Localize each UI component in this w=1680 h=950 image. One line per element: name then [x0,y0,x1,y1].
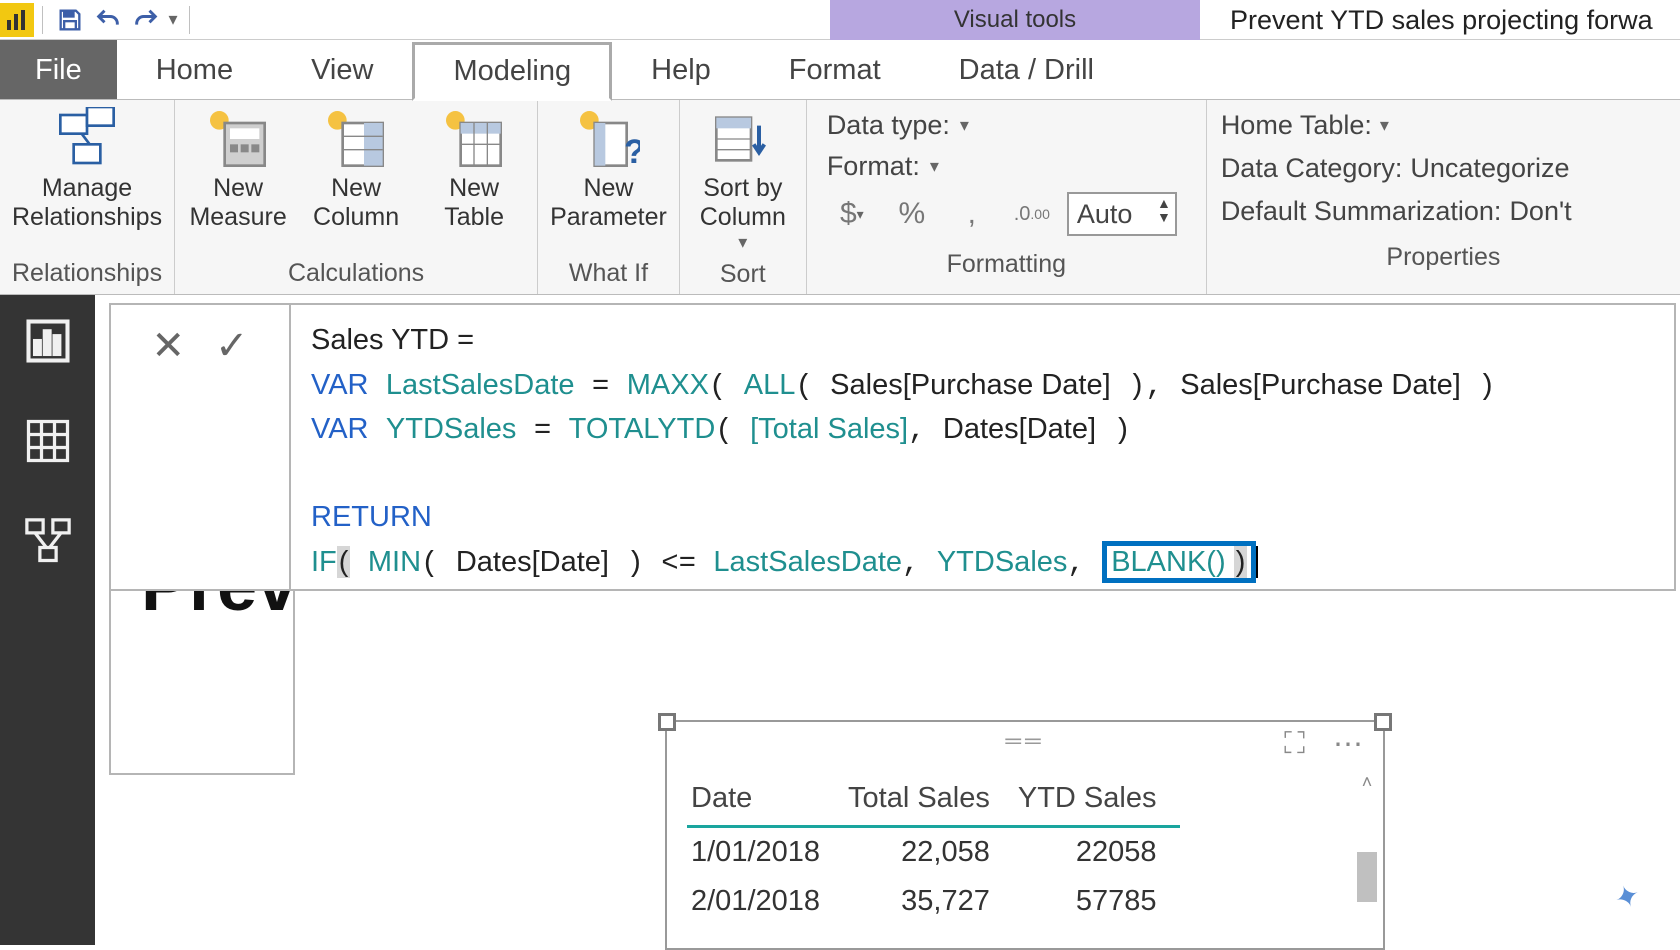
focus-mode-icon[interactable]: ⛶ [1284,727,1305,761]
new-column-label: New Column [313,174,399,232]
view-switcher [0,295,95,945]
currency-button[interactable]: $ ▾ [827,193,877,235]
group-label-relationships: Relationships [12,255,162,294]
contextual-tab-header: Visual tools [830,0,1200,40]
parameter-icon: ? [576,110,640,168]
formula-bar-controls: ✕ ✓ [111,305,291,589]
separator [42,6,43,34]
group-calculations: New Measure New Column New Table Calcula… [175,100,538,294]
group-label-sort: Sort [720,256,766,295]
group-label-whatif: What If [569,255,648,294]
default-summarization-value: Don't [1509,196,1571,227]
new-column-button[interactable]: New Column [301,106,411,236]
column-icon [324,110,388,168]
scrollbar[interactable]: ˄ [1357,792,1377,942]
scroll-up-icon[interactable]: ˄ [1357,772,1377,793]
sort-icon [711,110,775,168]
group-label-formatting: Formatting [947,246,1066,285]
report-canvas: Prev ✕ ✓ Sales YTD = VAR LastSalesDate =… [95,295,1680,945]
default-summarization-label: Default Summarization: [1221,196,1502,227]
group-whatif: ? New Parameter What If [538,100,680,294]
new-parameter-label: New Parameter [550,174,667,232]
new-parameter-button[interactable]: ? New Parameter [546,106,671,236]
sort-by-column-label: Sort by Column [700,174,786,232]
tab-format[interactable]: Format [750,40,920,99]
decimal-places-value: Auto [1077,199,1133,230]
svg-text:?: ? [624,133,640,171]
group-properties: Home Table: ▾ Data Category: Uncategoriz… [1207,100,1680,294]
scroll-thumb[interactable] [1357,852,1377,902]
format-label: Format: [827,151,920,182]
report-view-button[interactable] [22,315,74,367]
tab-modeling[interactable]: Modeling [412,42,612,101]
table-icon [442,110,506,168]
quick-access-toolbar: ▾ Visual tools Prevent YTD sales project… [0,0,1680,40]
table-visual[interactable]: ══ ⛶ ⋯ Date Total Sales YTD Sales 1/01/2… [665,720,1385,950]
ribbon-tabs: File Home View Modeling Help Format Data… [0,40,1680,100]
app-logo [0,3,34,37]
separator [189,6,190,34]
save-button[interactable] [51,1,89,39]
group-sort: Sort by Column ▾ Sort [680,100,807,294]
data-type-dropdown[interactable]: ▾ [960,115,969,136]
manage-relationships-button[interactable]: Manage Relationships [8,106,166,236]
home-table-label: Home Table: [1221,110,1372,141]
table-row: 2/01/2018 35,727 57785 [687,877,1180,926]
tab-help[interactable]: Help [612,40,750,99]
sort-by-column-button[interactable]: Sort by Column ▾ [688,106,798,256]
chevron-down-icon: ▾ [738,232,747,253]
decimal-places-spinner[interactable]: Auto ▲▼ [1067,192,1177,236]
decimals-button[interactable]: .0.00 [1007,193,1057,235]
measure-icon [206,110,270,168]
thousands-button[interactable]: , [947,193,997,235]
data-view-button[interactable] [22,415,74,467]
redo-button[interactable] [127,1,165,39]
watermark-icon: ✦ [1610,877,1646,918]
undo-button[interactable] [89,1,127,39]
table-row: 1/01/2018 22,058 22058 [687,827,1180,878]
relationships-icon [55,110,119,168]
tab-home[interactable]: Home [117,40,272,99]
document-title: Prevent YTD sales projecting forwa [1230,0,1653,40]
group-formatting: Data type: ▾ Format: ▾ $ ▾ % , .0.00 Aut… [807,100,1207,294]
resize-handle[interactable] [1374,713,1392,731]
format-dropdown[interactable]: ▾ [930,156,939,177]
table-body: Date Total Sales YTD Sales 1/01/2018 22,… [667,766,1383,926]
col-date[interactable]: Date [687,776,844,827]
formula-editor[interactable]: Sales YTD = VAR LastSalesDate = MAXX( AL… [291,305,1674,589]
resize-handle[interactable] [658,713,676,731]
tab-file[interactable]: File [0,40,117,99]
cancel-formula-button[interactable]: ✕ [151,323,185,369]
col-total-sales[interactable]: Total Sales [844,776,1014,827]
model-view-button[interactable] [22,515,74,567]
data-category-label: Data Category: [1221,153,1403,184]
new-measure-label: New Measure [189,174,286,232]
more-options-icon[interactable]: ⋯ [1333,727,1363,762]
manage-relationships-label: Manage Relationships [12,174,162,232]
ribbon: Manage Relationships Relationships New M… [0,100,1680,295]
home-table-dropdown[interactable]: ▾ [1380,115,1389,136]
qat-customize-dropdown[interactable]: ▾ [165,9,181,30]
new-measure-button[interactable]: New Measure [183,106,293,236]
group-label-properties: Properties [1386,239,1500,278]
group-label-calculations: Calculations [288,255,424,294]
percent-button[interactable]: % [887,193,937,235]
new-table-button[interactable]: New Table [419,106,529,236]
data-type-label: Data type: [827,110,950,141]
data-category-value: Uncategorize [1410,153,1569,184]
tab-data-drill[interactable]: Data / Drill [920,40,1133,99]
col-ytd-sales[interactable]: YTD Sales [1014,776,1181,827]
formula-bar: ✕ ✓ Sales YTD = VAR LastSalesDate = MAXX… [109,303,1676,591]
new-table-label: New Table [444,174,504,232]
commit-formula-button[interactable]: ✓ [215,323,249,369]
tab-view[interactable]: View [272,40,412,99]
group-relationships: Manage Relationships Relationships [0,100,175,294]
drag-grip-icon[interactable]: ══ [1005,728,1044,754]
